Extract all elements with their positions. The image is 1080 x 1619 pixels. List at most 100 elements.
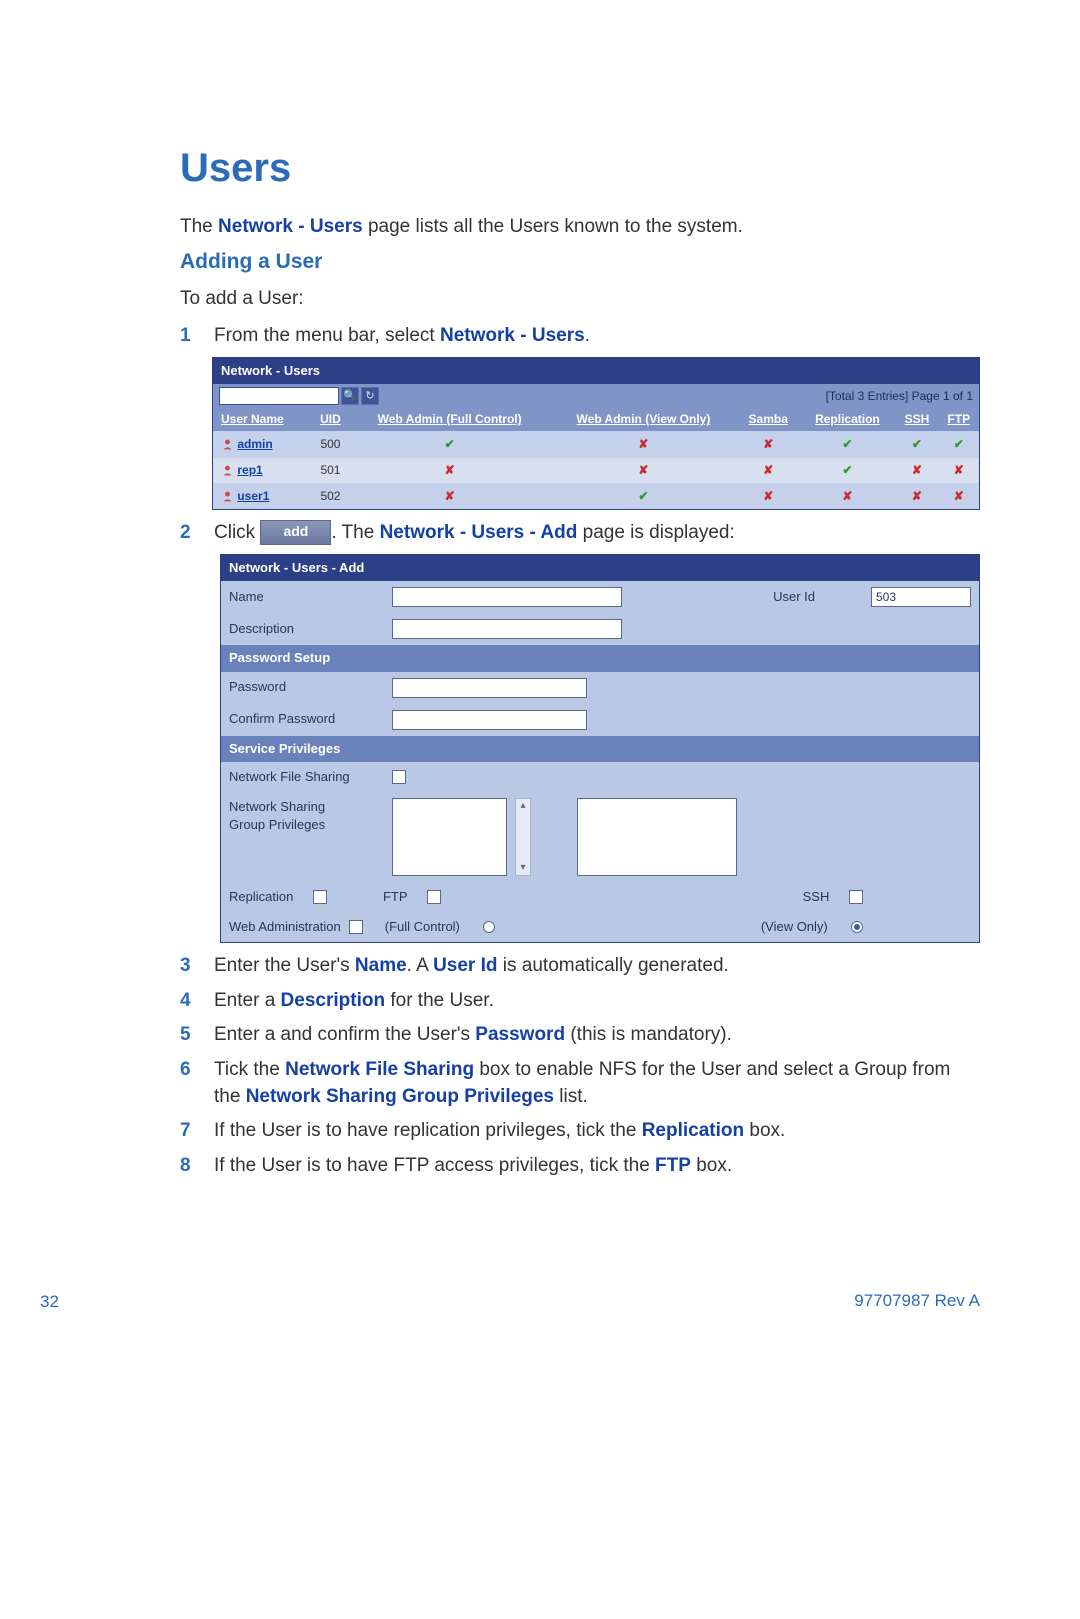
label-full-control: (Full Control) — [385, 918, 460, 936]
view-only-radio[interactable] — [851, 921, 863, 933]
step-number-3: 3 — [180, 953, 214, 980]
label-confirm-password: Confirm Password — [229, 710, 384, 728]
s5-pre: Enter a and confirm the User's — [214, 1024, 475, 1045]
users-table-screenshot: Network - Users 🔍 ↻ [Total 3 Entries] Pa… — [212, 357, 980, 509]
s8-post: box. — [691, 1155, 732, 1176]
cell-cross: ✘ — [737, 483, 799, 508]
col-samba[interactable]: Samba — [737, 408, 799, 431]
lead-text: To add a User: — [180, 286, 980, 313]
label-replication: Replication — [229, 888, 293, 906]
s6-pre: Tick the — [214, 1059, 285, 1080]
full-control-radio[interactable] — [483, 921, 495, 933]
add-button[interactable]: add — [260, 520, 331, 546]
cell-check: ✔ — [799, 457, 895, 483]
group-listbox-right[interactable] — [577, 798, 737, 876]
step-5-text: Enter a and confirm the User's Password … — [214, 1022, 980, 1049]
label-view-only: (View Only) — [761, 918, 828, 936]
label-name: Name — [229, 588, 384, 606]
user-link-user1[interactable]: user1 — [237, 489, 269, 503]
label-webadmin: Web Administration — [229, 918, 341, 936]
s5-post: (this is mandatory). — [565, 1024, 732, 1045]
step2-post: page is displayed: — [577, 522, 734, 543]
description-input[interactable] — [392, 619, 622, 639]
step-7-text: If the User is to have replication privi… — [214, 1118, 980, 1145]
page-number: 32 — [40, 1292, 59, 1311]
users-search-input[interactable] — [219, 387, 339, 405]
cell-cross: ✘ — [349, 457, 550, 483]
s6-post: list. — [554, 1086, 588, 1107]
cell-cross: ✘ — [938, 457, 979, 483]
cell-uid: 501 — [312, 457, 350, 483]
col-webadmin-view[interactable]: Web Admin (View Only) — [550, 408, 737, 431]
nfs-checkbox[interactable] — [392, 770, 406, 784]
page-footer: 32 97707987 Rev A — [180, 1289, 980, 1316]
s4-post: for the User. — [385, 990, 494, 1011]
users-table: User Name UID Web Admin (Full Control) W… — [213, 408, 979, 508]
ftp-checkbox[interactable] — [427, 890, 441, 904]
col-webadmin-full[interactable]: Web Admin (Full Control) — [349, 408, 550, 431]
add-form-screenshot: Network - Users - Add Name User Id 503 D… — [220, 554, 980, 943]
cell-check: ✔ — [938, 432, 979, 458]
subheading-adding-user: Adding a User — [180, 247, 980, 276]
intro-text-post: page lists all the Users known to the sy… — [363, 216, 743, 237]
cell-cross: ✘ — [938, 483, 979, 508]
col-username[interactable]: User Name — [213, 408, 312, 431]
cell-check: ✔ — [349, 432, 550, 458]
s3-b1: Name — [355, 955, 407, 976]
replication-checkbox[interactable] — [313, 890, 327, 904]
scroll-up-icon[interactable]: ▴ — [520, 799, 525, 813]
s3-mid: . A — [407, 955, 433, 976]
step-1-text: From the menu bar, select Network - User… — [214, 323, 980, 350]
s8-b1: FTP — [655, 1155, 691, 1176]
step-number-1: 1 — [180, 323, 214, 350]
step-number-7: 7 — [180, 1118, 214, 1145]
user-icon — [221, 464, 234, 477]
search-icon[interactable]: 🔍 — [341, 387, 359, 405]
nsgp-l2: Group Privileges — [229, 817, 325, 832]
col-ssh[interactable]: SSH — [895, 408, 938, 431]
doc-revision: 97707987 Rev A — [854, 1289, 980, 1313]
scroll-down-icon[interactable]: ▾ — [520, 861, 525, 875]
refresh-icon[interactable]: ↻ — [361, 387, 379, 405]
confirm-password-input[interactable] — [392, 710, 587, 730]
add-form-title: Network - Users - Add — [221, 555, 979, 581]
name-input[interactable] — [392, 587, 622, 607]
s6-b2: Network Sharing Group Privileges — [246, 1086, 554, 1107]
ssh-checkbox[interactable] — [849, 890, 863, 904]
cell-cross: ✘ — [550, 457, 737, 483]
listbox-scrollbar[interactable]: ▴▾ — [515, 798, 531, 876]
users-table-title: Network - Users — [213, 358, 979, 384]
col-replication[interactable]: Replication — [799, 408, 895, 431]
col-uid[interactable]: UID — [312, 408, 350, 431]
s7-b1: Replication — [642, 1120, 744, 1141]
step1-pre: From the menu bar, select — [214, 325, 440, 346]
step1-post: . — [585, 325, 590, 346]
group-listbox-left[interactable] — [392, 798, 507, 876]
table-row: rep1 501 ✘ ✘ ✘ ✔ ✘ ✘ — [213, 457, 979, 483]
col-ftp[interactable]: FTP — [938, 408, 979, 431]
cell-cross: ✘ — [895, 483, 938, 508]
user-id-input[interactable]: 503 — [871, 587, 971, 607]
table-row: user1 502 ✘ ✔ ✘ ✘ ✘ ✘ — [213, 483, 979, 508]
step-number-6: 6 — [180, 1057, 214, 1084]
label-password: Password — [229, 678, 384, 696]
step-number-2: 2 — [180, 520, 214, 547]
cell-check: ✔ — [799, 432, 895, 458]
user-link-admin[interactable]: admin — [237, 437, 272, 451]
users-page-info: [Total 3 Entries] Page 1 of 1 — [826, 388, 973, 405]
cell-check: ✔ — [895, 432, 938, 458]
table-row: admin 500 ✔ ✘ ✘ ✔ ✔ ✔ — [213, 432, 979, 458]
label-nsgp: Network Sharing Group Privileges — [229, 798, 384, 834]
s4-pre: Enter a — [214, 990, 281, 1011]
intro-paragraph: The Network - Users page lists all the U… — [180, 214, 980, 241]
cell-cross: ✘ — [349, 483, 550, 508]
cell-cross: ✘ — [737, 457, 799, 483]
label-description: Description — [229, 620, 384, 638]
webadmin-checkbox[interactable] — [349, 920, 363, 934]
password-input[interactable] — [392, 678, 587, 698]
step-8-text: If the User is to have FTP access privil… — [214, 1153, 980, 1180]
user-link-rep1[interactable]: rep1 — [237, 463, 262, 477]
s8-pre: If the User is to have FTP access privil… — [214, 1155, 655, 1176]
users-search-bar: 🔍 ↻ [Total 3 Entries] Page 1 of 1 — [213, 384, 979, 408]
step2-pre: Click — [214, 522, 260, 543]
